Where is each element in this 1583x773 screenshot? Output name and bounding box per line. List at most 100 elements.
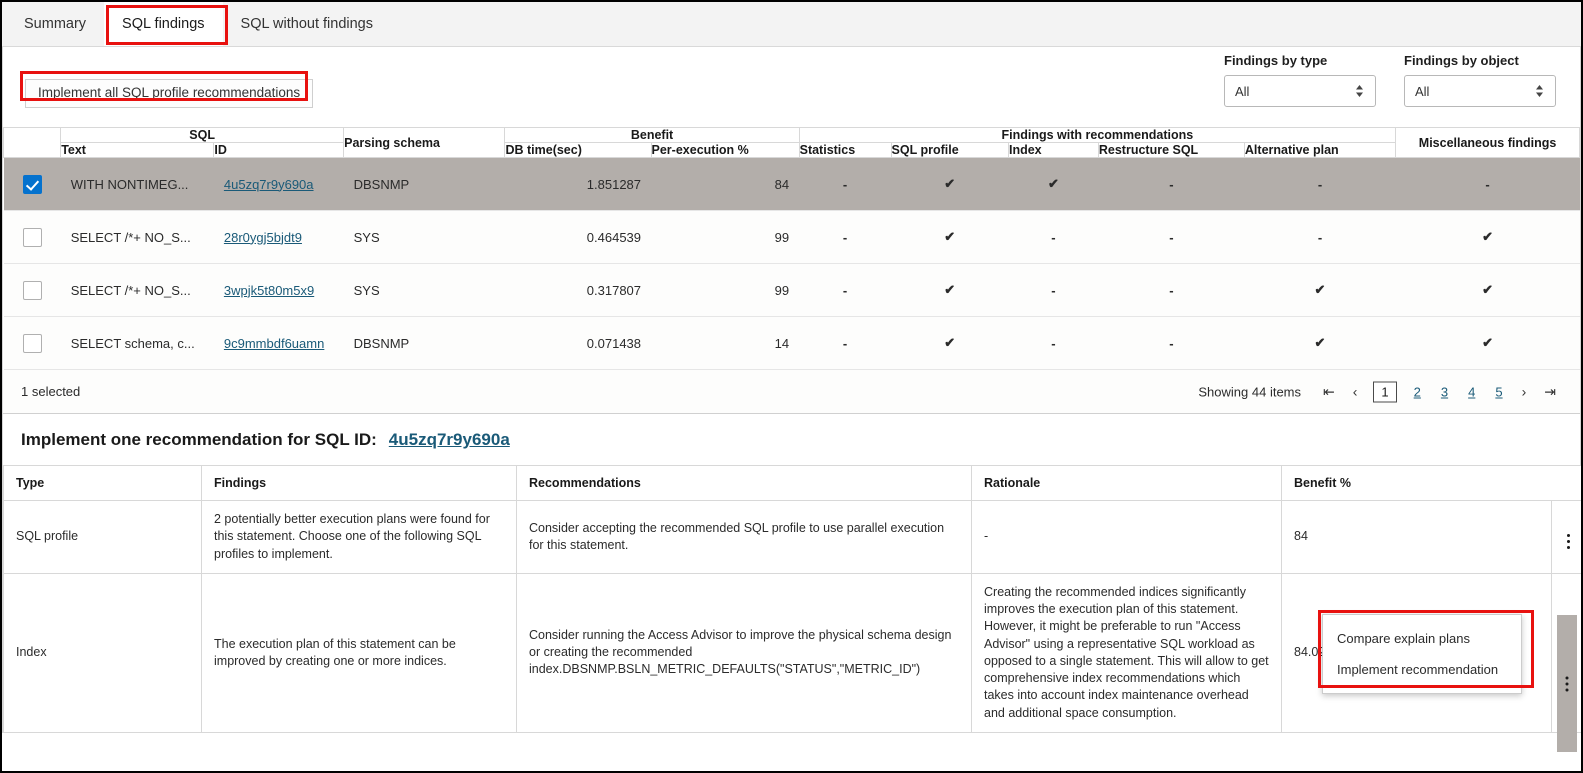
header-db-time: DB time(sec): [505, 143, 651, 158]
tab-sql-findings[interactable]: SQL findings: [104, 2, 222, 46]
row-actions-cell[interactable]: [1552, 501, 1583, 574]
cell-restructure-sql: -: [1098, 211, 1244, 264]
header-select-all: [4, 128, 61, 158]
cell-per-execution: 84: [651, 158, 799, 211]
first-page-icon[interactable]: ⇤: [1321, 385, 1337, 399]
spinner-updown-icon: [1534, 83, 1545, 99]
cell-alternative-plan: ✔: [1244, 317, 1395, 370]
header-id: ID: [214, 143, 344, 158]
cell-per-execution: 99: [651, 211, 799, 264]
cell-index: -: [1008, 264, 1098, 317]
filter-findings-by-object: Findings by object All: [1404, 53, 1556, 107]
cell-alternative-plan: -: [1244, 158, 1395, 211]
cell-index: -: [1008, 211, 1098, 264]
tab-sql-without-findings-label: SQL without findings: [241, 16, 373, 32]
cell-db-time: 0.464539: [505, 211, 651, 264]
cell-rationale: -: [972, 501, 1282, 574]
row-checkbox-cell[interactable]: [4, 264, 61, 317]
page-number-1[interactable]: 1: [1373, 381, 1396, 402]
cell-statistics: -: [799, 211, 891, 264]
sql-id-link[interactable]: 4u5zq7r9y690a: [224, 177, 314, 192]
cell-sql-text: SELECT schema, c...: [61, 317, 214, 370]
implement-all-sql-profile-recommendations-button[interactable]: Implement all SQL profile recommendation…: [25, 79, 313, 108]
header-rationale: Rationale: [972, 466, 1282, 501]
detail-sql-id-link[interactable]: 4u5zq7r9y690a: [389, 430, 510, 450]
cell-miscellaneous-findings: ✔: [1396, 317, 1580, 370]
last-page-icon[interactable]: ⇥: [1542, 385, 1558, 399]
cell-recommendations: Consider running the Access Advisor to i…: [517, 573, 972, 732]
cell-alternative-plan: -: [1244, 211, 1395, 264]
cell-sql-text: SELECT /*+ NO_S...: [61, 264, 214, 317]
header-row-sub: Text ID DB time(sec) Per-execution % Sta…: [4, 143, 1580, 158]
header-sql-profile: SQL profile: [891, 143, 1008, 158]
cell-statistics: -: [799, 264, 891, 317]
tab-sql-without-findings[interactable]: SQL without findings: [223, 2, 391, 46]
row-checkbox-cell[interactable]: [4, 317, 61, 370]
action-row: Implement all SQL profile recommendation…: [3, 47, 1580, 127]
menu-item-compare-explain-plans[interactable]: Compare explain plans: [1323, 623, 1521, 654]
cell-sql-text: SELECT /*+ NO_S...: [61, 211, 214, 264]
page-number-2[interactable]: 2: [1411, 384, 1424, 399]
selected-count-label: 1 selected: [21, 384, 80, 399]
page-number-3[interactable]: 3: [1438, 384, 1451, 399]
filter-group: Findings by type All Findings by object: [1224, 53, 1556, 107]
cell-statistics: -: [799, 158, 891, 211]
cell-sql-profile: ✔: [891, 317, 1008, 370]
cell-per-execution: 14: [651, 317, 799, 370]
header-group-sql: SQL: [61, 128, 344, 143]
row-checkbox[interactable]: [23, 281, 42, 300]
cell-benefit: 84: [1282, 501, 1552, 574]
cell-parsing-schema: DBSNMP: [344, 158, 505, 211]
vertical-scrollbar[interactable]: [1557, 615, 1577, 752]
cell-type: Index: [4, 573, 202, 732]
header-findings: Findings: [202, 466, 517, 501]
cell-db-time: 1.851287: [505, 158, 651, 211]
findings-by-type-select[interactable]: All: [1224, 75, 1376, 107]
page-number-5[interactable]: 5: [1492, 384, 1505, 399]
row-checkbox[interactable]: [23, 334, 42, 353]
header-restructure-sql: Restructure SQL: [1098, 143, 1244, 158]
cell-miscellaneous-findings: ✔: [1396, 211, 1580, 264]
cell-parsing-schema: SYS: [344, 211, 505, 264]
sql-id-link[interactable]: 9c9mmbdf6uamn: [224, 336, 324, 351]
cell-sql-profile: ✔: [891, 211, 1008, 264]
tab-sql-findings-label: SQL findings: [122, 16, 204, 32]
cell-findings: The execution plan of this statement can…: [202, 573, 517, 732]
cell-sql-id: 9c9mmbdf6uamn: [214, 317, 344, 370]
cell-alternative-plan: ✔: [1244, 264, 1395, 317]
header-per-execution: Per-execution %: [651, 143, 799, 158]
page-number-4[interactable]: 4: [1465, 384, 1478, 399]
header-group-benefit: Benefit: [505, 128, 799, 143]
filter-findings-by-type: Findings by type All: [1224, 53, 1376, 107]
row-checkbox-cell[interactable]: [4, 158, 61, 211]
tab-summary[interactable]: Summary: [6, 2, 104, 46]
cell-restructure-sql: -: [1098, 264, 1244, 317]
table-row[interactable]: SELECT schema, c... 9c9mmbdf6uamn DBSNMP…: [4, 317, 1580, 370]
more-options-icon[interactable]: [1567, 534, 1570, 549]
cell-rationale: Creating the recommended indices signifi…: [972, 573, 1282, 732]
row-context-menu: Compare explain plans Implement recommen…: [1322, 614, 1522, 694]
row-checkbox[interactable]: [23, 228, 42, 247]
next-page-icon[interactable]: ›: [1520, 385, 1529, 399]
table-header: SQL Parsing schema Benefit Findings with…: [4, 128, 1580, 158]
cell-sql-id: 28r0ygj5bjdt9: [214, 211, 344, 264]
sql-id-link[interactable]: 28r0ygj5bjdt9: [224, 230, 302, 245]
previous-page-icon[interactable]: ‹: [1351, 385, 1360, 399]
table-row[interactable]: SELECT /*+ NO_S... 28r0ygj5bjdt9 SYS 0.4…: [4, 211, 1580, 264]
header-index: Index: [1008, 143, 1098, 158]
row-checkbox[interactable]: [23, 175, 42, 194]
cell-db-time: 0.317807: [505, 264, 651, 317]
filter-findings-by-object-label: Findings by object: [1404, 53, 1556, 68]
findings-by-type-value: All: [1235, 84, 1249, 99]
sql-id-link[interactable]: 3wpjk5t80m5x9: [224, 283, 314, 298]
more-options-icon[interactable]: [1566, 676, 1569, 691]
detail-title-text: Implement one recommendation for SQL ID:: [21, 430, 377, 450]
table-row[interactable]: SELECT /*+ NO_S... 3wpjk5t80m5x9 SYS 0.3…: [4, 264, 1580, 317]
detail-section-title: Implement one recommendation for SQL ID:…: [3, 414, 1580, 466]
showing-items-label: Showing 44 items: [1198, 384, 1301, 399]
findings-by-object-select[interactable]: All: [1404, 75, 1556, 107]
row-checkbox-cell[interactable]: [4, 211, 61, 264]
table-row[interactable]: WITH NONTIMEG... 4u5zq7r9y690a DBSNMP 1.…: [4, 158, 1580, 211]
menu-item-implement-recommendation[interactable]: Implement recommendation: [1323, 654, 1521, 685]
recommendations-header: Type Findings Recommendations Rationale …: [4, 466, 1583, 501]
